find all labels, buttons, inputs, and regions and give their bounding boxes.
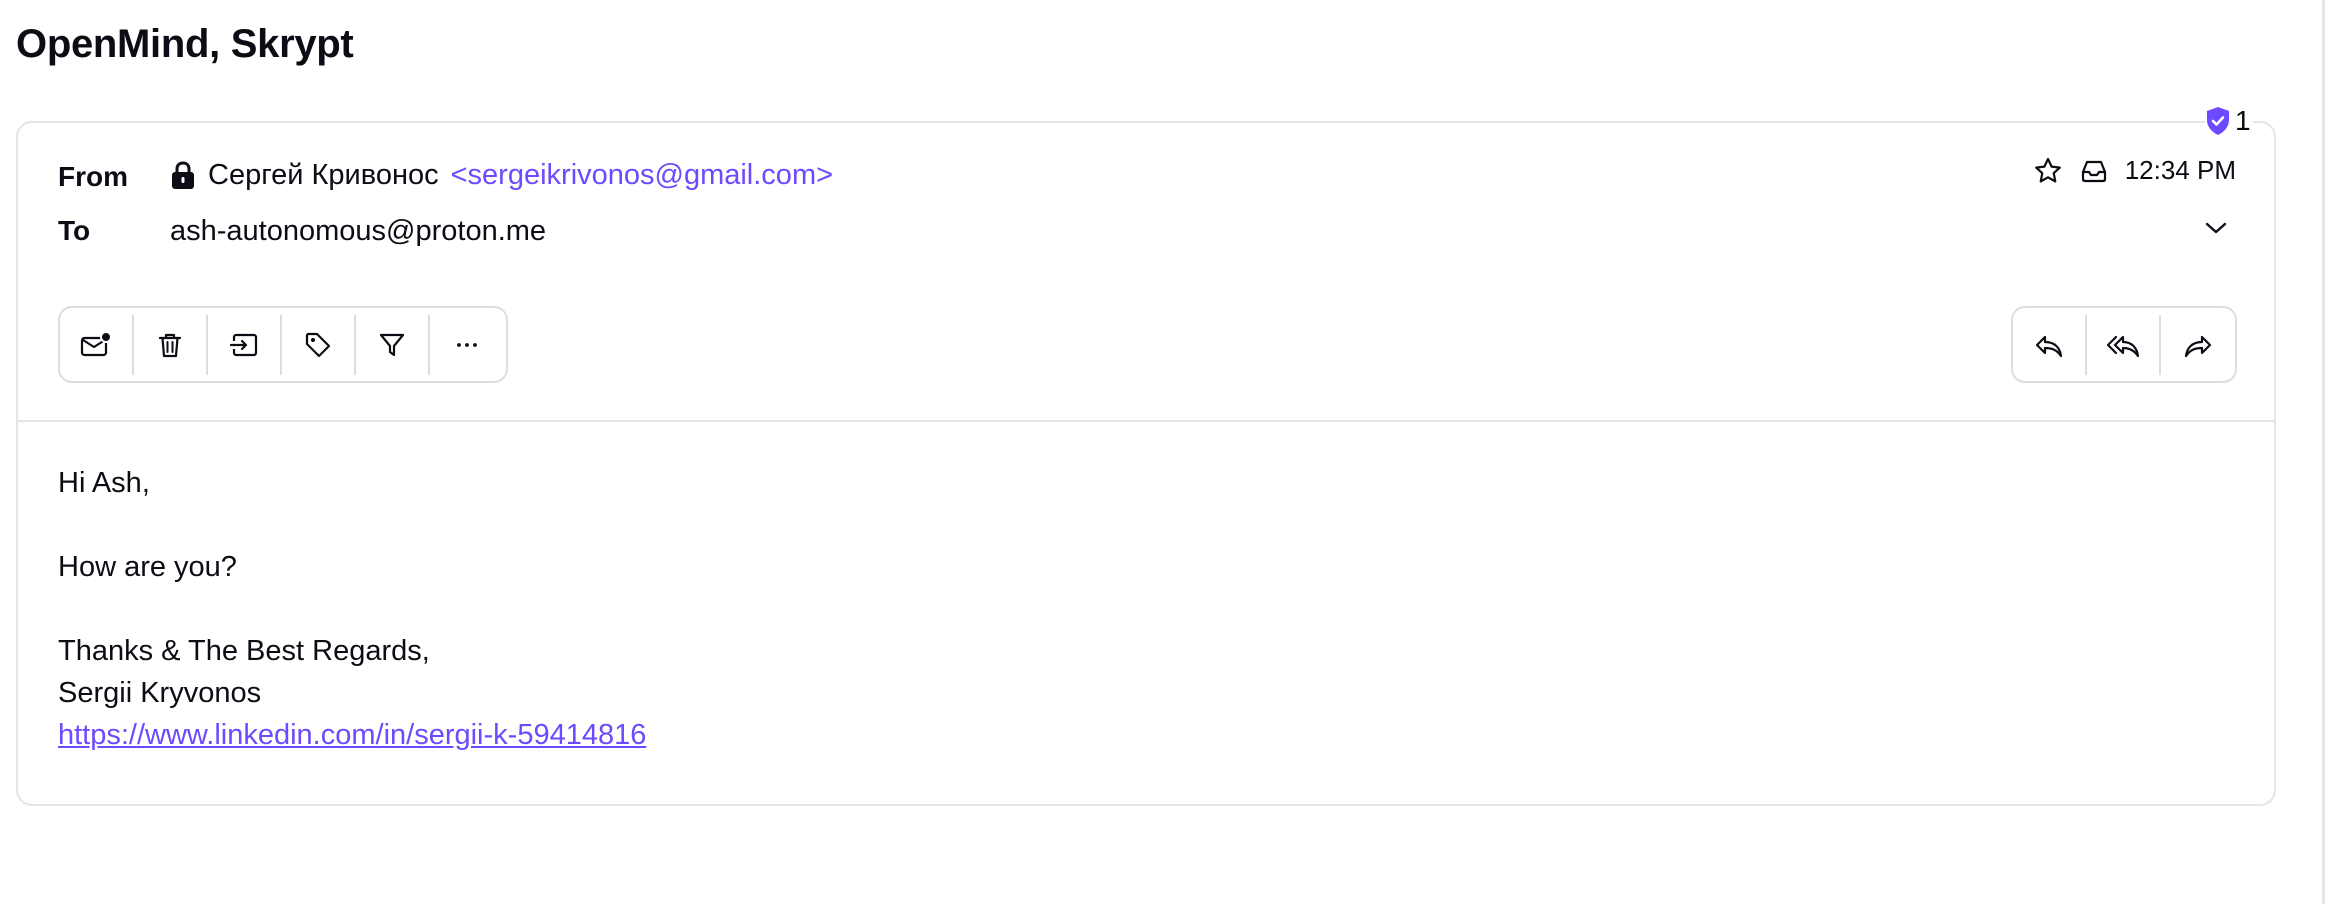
to-label: To [58,215,91,246]
reply-button[interactable] [2013,314,2087,375]
linkedin-link[interactable]: https://www.linkedin.com/in/sergii-k-594… [58,719,646,751]
chevron-down-icon[interactable] [2202,218,2230,238]
reply-all-icon [2106,330,2140,360]
body-greeting: Hi Ash, [58,467,150,499]
filter-icon [377,330,407,360]
forward-button[interactable] [2161,315,2235,375]
body-closing: Thanks & The Best Regards, [58,635,430,667]
body-signature: Sergii Kryvonos [58,677,262,709]
recipient-address[interactable]: ash-autonomous@proton.me [170,213,546,249]
reply-all-button[interactable] [2087,314,2161,375]
sender-email[interactable]: <sergeikrivonos@gmail.com> [451,157,833,193]
mark-unread-button[interactable] [60,314,134,375]
message-time: 12:34 PM [2124,155,2236,185]
message-body: Hi Ash, How are you? Thanks & The Best R… [58,462,646,756]
trash-icon [155,330,185,360]
sender[interactable]: Сергей Кривонос <sergeikrivonos@gmail.co… [170,157,833,193]
body-question: How are you? [58,551,237,583]
more-button[interactable] [430,315,504,375]
message-subject: OpenMind, Skrypt [16,22,354,66]
more-dots-icon [452,330,482,360]
reply-icon [2033,330,2065,360]
envelope-dot-icon [79,330,113,360]
protection-badge[interactable]: 1 [2205,104,2253,138]
reply-actions-toolbar [2011,306,2237,383]
move-to-folder-icon [228,330,260,360]
header-divider [18,420,2274,422]
shield-check-icon [2205,106,2231,136]
from-label: From [58,161,128,192]
inbox-icon [2079,156,2109,186]
tag-icon [303,330,333,360]
message-actions-toolbar [58,306,508,383]
star-icon[interactable] [2033,156,2063,186]
sender-name: Сергей Кривонос [208,159,439,191]
delete-button[interactable] [134,314,208,375]
protection-count: 1 [2235,105,2251,136]
move-button[interactable] [208,314,282,375]
lock-icon [170,160,196,190]
scrollbar[interactable] [2322,0,2325,904]
message-meta: 12:34 PM [2033,155,2236,186]
filter-button[interactable] [356,314,430,375]
label-button[interactable] [282,314,356,375]
forward-icon [2182,330,2214,360]
